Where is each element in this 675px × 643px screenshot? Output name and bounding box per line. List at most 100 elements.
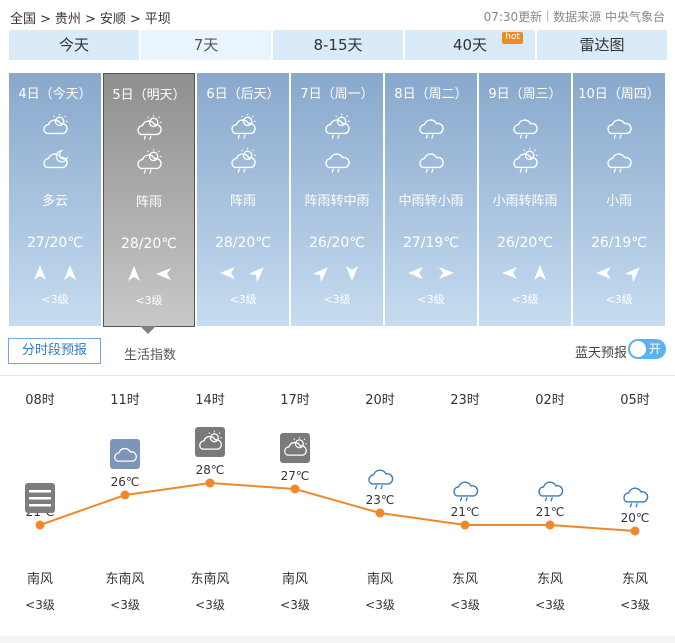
wind-arrow-icon	[60, 263, 80, 283]
tab-hourly-forecast[interactable]: 分时段预报	[8, 338, 101, 364]
wind-level-label: <3级	[280, 598, 310, 612]
blue-sky-toggle[interactable]: 开	[628, 339, 666, 359]
temperature-label: 21℃	[536, 505, 565, 519]
day-date: 5日（明天）	[112, 88, 186, 103]
shower-day-icon	[134, 114, 164, 140]
day-card[interactable]: 8日（周二） 中雨转小雨 27/19℃ <3级	[385, 73, 477, 326]
breadcrumb-province[interactable]: 贵州	[55, 12, 81, 27]
wind-level: <3级	[41, 293, 69, 306]
partly-cloudy-night-icon	[40, 147, 70, 173]
day-weather: 小雨转阵雨	[492, 194, 558, 209]
cloudy-icon	[110, 439, 140, 469]
day-weather: 阵雨转中雨	[304, 194, 370, 209]
light-rain-icon	[623, 487, 649, 508]
shower-day-icon	[228, 147, 258, 173]
rain-icon	[604, 113, 634, 139]
wind-arrow-icon	[624, 263, 644, 283]
day-weather: 中雨转小雨	[398, 194, 464, 209]
day-date: 8日（周二）	[394, 87, 468, 102]
temperature-label: 28℃	[196, 463, 225, 477]
wind-level-label: <3级	[110, 598, 140, 612]
wind-level: <3级	[323, 293, 351, 306]
shower-day-icon	[228, 113, 258, 139]
day-card[interactable]: 4日（今天） 多云 27/20℃ <3级	[9, 73, 101, 326]
hour-label: 20时	[365, 393, 395, 408]
tab-7-days[interactable]: 7天	[141, 30, 271, 60]
temperature-label: 23℃	[366, 493, 395, 507]
update-info: 07:30更新 数据来源 中央气象台	[484, 8, 665, 25]
tab-40-days[interactable]: 40天 hot	[405, 30, 535, 60]
breadcrumb-sep: >	[40, 12, 51, 27]
day-card[interactable]: 5日（明天） 阵雨 28/20℃ <3级	[103, 73, 195, 327]
light-rain-icon	[368, 469, 394, 490]
wind-direction	[573, 263, 665, 283]
hour-label: 11时	[110, 393, 140, 408]
forecast-tabs: 今天 7天 8-15天 40天 hot 雷达图	[9, 30, 667, 60]
day-weather: 阵雨	[229, 194, 256, 209]
wind-arrow-icon	[500, 263, 520, 283]
shower-day-icon	[322, 113, 352, 139]
partly-cloudy-day-icon	[280, 433, 310, 463]
wind-arrow-icon	[530, 263, 550, 283]
wind-arrow-icon	[124, 264, 144, 284]
breadcrumb-city[interactable]: 安顺	[100, 12, 126, 27]
tab-today[interactable]: 今天	[9, 30, 139, 60]
blue-sky-label: 蓝天预报	[574, 346, 627, 361]
shower-day-icon	[510, 147, 540, 173]
day-weather: 小雨	[605, 194, 632, 209]
wind-arrow-icon	[342, 263, 362, 283]
wind-arrow-icon	[406, 263, 426, 283]
day-date: 4日（今天）	[18, 87, 92, 102]
day-date: 10日（周四）	[578, 87, 660, 102]
breadcrumb-national[interactable]: 全国	[10, 12, 36, 27]
temperature-point	[205, 478, 215, 488]
wind-direction	[291, 263, 383, 283]
data-source: 数据来源 中央气象台	[553, 10, 665, 24]
day-card[interactable]: 9日（周三） 小雨转阵雨 26/20℃ <3级	[479, 73, 571, 326]
tab-label: 今天	[58, 36, 89, 54]
update-time: 07:30更新	[483, 10, 543, 24]
day-card[interactable]: 10日（周四） 小雨 26/19℃ <3级	[573, 73, 665, 326]
wind-level: <3级	[229, 293, 257, 306]
wind-direction-label: 东风	[537, 572, 563, 587]
hourly-chart: 08时 21℃ 南风 <3级 11时 26℃ 东南风 <3级 14时 28℃ 东南风 <3级 17时 27…	[25, 393, 650, 612]
tab-8-15-days[interactable]: 8-15天	[273, 30, 403, 60]
day-temperature: 26/20℃	[496, 235, 554, 251]
day-temperature: 26/20℃	[308, 235, 366, 251]
hour-label: 05时	[620, 393, 650, 408]
temperature-point	[35, 520, 45, 530]
rain-icon	[416, 147, 446, 173]
wind-direction	[9, 263, 101, 283]
wind-arrow-icon	[436, 263, 456, 283]
toggle-knob	[630, 341, 646, 357]
rain-icon	[510, 113, 540, 139]
wind-direction-label: 东南风	[105, 571, 144, 587]
day-date: 9日（周三）	[488, 87, 562, 102]
wind-direction	[197, 263, 289, 283]
day-temperature: 27/20℃	[26, 235, 84, 251]
day-weather: 多云	[41, 194, 68, 209]
tab-label: 7天	[193, 36, 219, 54]
temperature-point	[630, 526, 640, 536]
rain-icon	[604, 147, 634, 173]
light-rain-icon	[453, 481, 479, 502]
tab-radar[interactable]: 雷达图	[537, 30, 667, 60]
wind-arrow-icon	[154, 264, 174, 284]
fog-icon	[25, 483, 55, 513]
wind-level-label: <3级	[195, 598, 225, 612]
wind-level-label: <3级	[25, 598, 55, 612]
breadcrumb-sep: >	[129, 12, 141, 27]
header-bar: 全国 > 贵州 > 安顺 > 平坝 07:30更新 数据来源 中央气象台	[0, 0, 675, 30]
wind-arrow-icon	[30, 263, 50, 283]
wind-direction	[479, 263, 571, 283]
wind-direction-label: 东风	[452, 572, 478, 587]
sub-tabs: 分时段预报 生活指数 蓝天预报 开	[0, 336, 675, 376]
wind-direction-label: 南风	[367, 571, 393, 587]
day-card[interactable]: 7日（周一） 阵雨转中雨 26/20℃ <3级	[291, 73, 383, 326]
day-card[interactable]: 6日（后天） 阵雨 28/20℃ <3级	[197, 73, 289, 326]
wind-direction-label: 东南风	[190, 571, 229, 587]
tab-life-index[interactable]: 生活指数	[124, 344, 176, 363]
partly-cloudy-day-icon	[195, 427, 225, 457]
temperature-point	[460, 520, 470, 530]
hot-badge: hot	[502, 32, 523, 44]
